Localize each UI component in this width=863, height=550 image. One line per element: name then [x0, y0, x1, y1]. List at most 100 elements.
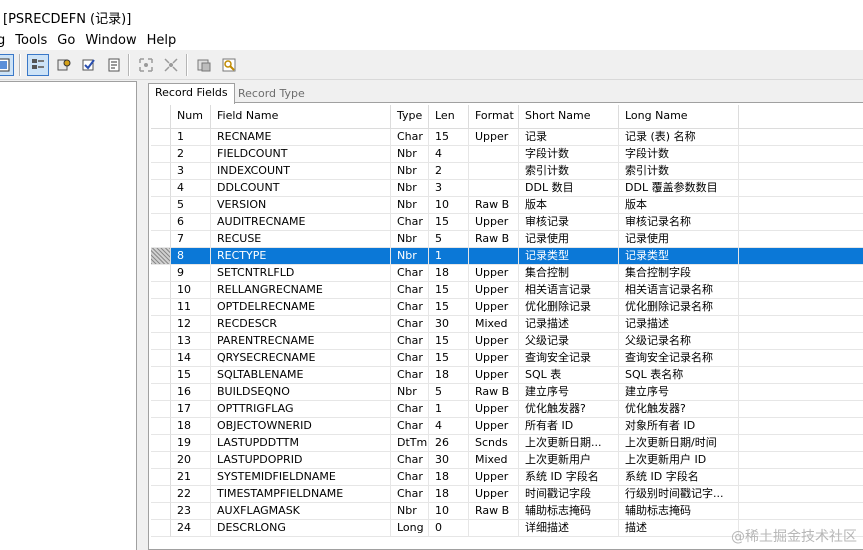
cell-num[interactable]: 18	[171, 418, 211, 435]
cell-long-name[interactable]: 记录 (表) 名称	[619, 129, 739, 146]
cell-num[interactable]: 13	[171, 333, 211, 350]
cell-short-name[interactable]: 父级记录	[519, 333, 619, 350]
cell-num[interactable]: 14	[171, 350, 211, 367]
validate-button[interactable]	[78, 54, 100, 76]
cell-long-name[interactable]: 上次更新用户 ID	[619, 452, 739, 469]
cell-format[interactable]: Upper	[469, 265, 519, 282]
cell-type[interactable]: Char	[391, 333, 429, 350]
cell-num[interactable]: 11	[171, 299, 211, 316]
cell-len[interactable]: 18	[429, 265, 469, 282]
cell-short-name[interactable]: 优化触发器?	[519, 401, 619, 418]
cell-len[interactable]: 15	[429, 333, 469, 350]
row-selector[interactable]	[151, 333, 171, 350]
cell-len[interactable]: 15	[429, 350, 469, 367]
cell-field-name[interactable]: DESCRLONG	[211, 520, 391, 537]
cell-num[interactable]: 20	[171, 452, 211, 469]
row-selector[interactable]	[151, 231, 171, 248]
row-selector[interactable]	[151, 520, 171, 537]
column-header-len[interactable]: Len	[429, 105, 469, 129]
cell-len[interactable]: 10	[429, 503, 469, 520]
cell-short-name[interactable]: 时间戳记字段	[519, 486, 619, 503]
cell-format[interactable]: Upper	[469, 214, 519, 231]
cell-short-name[interactable]: 记录	[519, 129, 619, 146]
cell-long-name[interactable]: 记录类型	[619, 248, 739, 265]
cell-len[interactable]: 15	[429, 299, 469, 316]
find-button[interactable]	[218, 54, 240, 76]
cell-type[interactable]: Char	[391, 299, 429, 316]
cell-short-name[interactable]: 审核记录	[519, 214, 619, 231]
cell-field-name[interactable]: OPTTRIGFLAG	[211, 401, 391, 418]
cell-field-name[interactable]: SQLTABLENAME	[211, 367, 391, 384]
row-selector[interactable]	[151, 367, 171, 384]
row-selector[interactable]	[151, 384, 171, 401]
cell-format[interactable]	[469, 146, 519, 163]
row-selector[interactable]	[151, 418, 171, 435]
row-selector[interactable]	[151, 282, 171, 299]
table-row[interactable]: 23 AUXFLAGMASK Nbr 10 Raw B 辅助标志掩码 辅助标志掩码	[151, 503, 863, 520]
menu-item-tools[interactable]: Tools	[15, 33, 57, 48]
cell-field-name[interactable]: DDLCOUNT	[211, 180, 391, 197]
cell-format[interactable]: Upper	[469, 486, 519, 503]
cell-long-name[interactable]: 优化触发器?	[619, 401, 739, 418]
cell-type[interactable]: Char	[391, 282, 429, 299]
row-selector[interactable]	[151, 435, 171, 452]
cell-format[interactable]: Upper	[469, 282, 519, 299]
insert-button[interactable]	[193, 54, 215, 76]
cell-field-name[interactable]: SYSTEMIDFIELDNAME	[211, 469, 391, 486]
table-row[interactable]: 11 OPTDELRECNAME Char 15 Upper 优化删除记录 优化删除记录名称	[151, 299, 863, 316]
cell-short-name[interactable]: 建立序号	[519, 384, 619, 401]
cell-long-name[interactable]: 描述	[619, 520, 739, 537]
cell-type[interactable]: Nbr	[391, 231, 429, 248]
cell-long-name[interactable]: 系统 ID 字段名	[619, 469, 739, 486]
cell-format[interactable]: Raw B	[469, 384, 519, 401]
table-row[interactable]: 4 DDLCOUNT Nbr 3 DDL 数目 DDL 覆盖参数数目	[151, 180, 863, 197]
cell-field-name[interactable]: VERSION	[211, 197, 391, 214]
cell-short-name[interactable]: 系统 ID 字段名	[519, 469, 619, 486]
cell-short-name[interactable]: 相关语言记录	[519, 282, 619, 299]
column-header-short-name[interactable]: Short Name	[519, 105, 619, 129]
cell-long-name[interactable]: 行级别时间戳记字...	[619, 486, 739, 503]
cell-field-name[interactable]: AUDITRECNAME	[211, 214, 391, 231]
cell-num[interactable]: 21	[171, 469, 211, 486]
cell-num[interactable]: 8	[171, 248, 211, 265]
cell-num[interactable]: 15	[171, 367, 211, 384]
table-row[interactable]: 22 TIMESTAMPFIELDNAME Char 18 Upper 时间戳记字段 行级别…	[151, 486, 863, 503]
cell-field-name[interactable]: BUILDSEQNO	[211, 384, 391, 401]
cell-type[interactable]: Char	[391, 401, 429, 418]
menu-item-edit-partial[interactable]: g	[0, 33, 15, 48]
cell-len[interactable]: 18	[429, 486, 469, 503]
cell-len[interactable]: 1	[429, 248, 469, 265]
cell-len[interactable]: 30	[429, 316, 469, 333]
cell-long-name[interactable]: 字段计数	[619, 146, 739, 163]
cell-long-name[interactable]: 查询安全记录名称	[619, 350, 739, 367]
cell-field-name[interactable]: OBJECTOWNERID	[211, 418, 391, 435]
cell-long-name[interactable]: DDL 覆盖参数数目	[619, 180, 739, 197]
cell-short-name[interactable]: 字段计数	[519, 146, 619, 163]
table-row[interactable]: 7 RECUSE Nbr 5 Raw B 记录使用 记录使用	[151, 231, 863, 248]
cell-long-name[interactable]: 审核记录名称	[619, 214, 739, 231]
cell-len[interactable]: 3	[429, 180, 469, 197]
cell-len[interactable]: 26	[429, 435, 469, 452]
row-selector[interactable]	[151, 214, 171, 231]
table-row[interactable]: 18 OBJECTOWNERID Char 4 Upper 所有者 ID 对象所有者 ID	[151, 418, 863, 435]
cell-format[interactable]: Raw B	[469, 231, 519, 248]
edit-button[interactable]	[53, 54, 75, 76]
row-selector[interactable]	[151, 146, 171, 163]
cell-short-name[interactable]: 辅助标志掩码	[519, 503, 619, 520]
cell-format[interactable]: Raw B	[469, 197, 519, 214]
table-row[interactable]: 1 RECNAME Char 15 Upper 记录 记录 (表) 名称	[151, 129, 863, 146]
cell-long-name[interactable]: 父级记录名称	[619, 333, 739, 350]
cell-type[interactable]: Char	[391, 469, 429, 486]
column-header-long-name[interactable]: Long Name	[619, 105, 739, 129]
cell-format[interactable]: Mixed	[469, 452, 519, 469]
menu-item-window[interactable]: Window	[85, 33, 146, 48]
cell-type[interactable]: Char	[391, 486, 429, 503]
cell-format[interactable]: Scnds	[469, 435, 519, 452]
cell-num[interactable]: 17	[171, 401, 211, 418]
cell-long-name[interactable]: 对象所有者 ID	[619, 418, 739, 435]
cell-len[interactable]: 30	[429, 452, 469, 469]
row-selector[interactable]	[151, 129, 171, 146]
cell-num[interactable]: 6	[171, 214, 211, 231]
column-header-format[interactable]: Format	[469, 105, 519, 129]
cell-field-name[interactable]: RECDESCR	[211, 316, 391, 333]
